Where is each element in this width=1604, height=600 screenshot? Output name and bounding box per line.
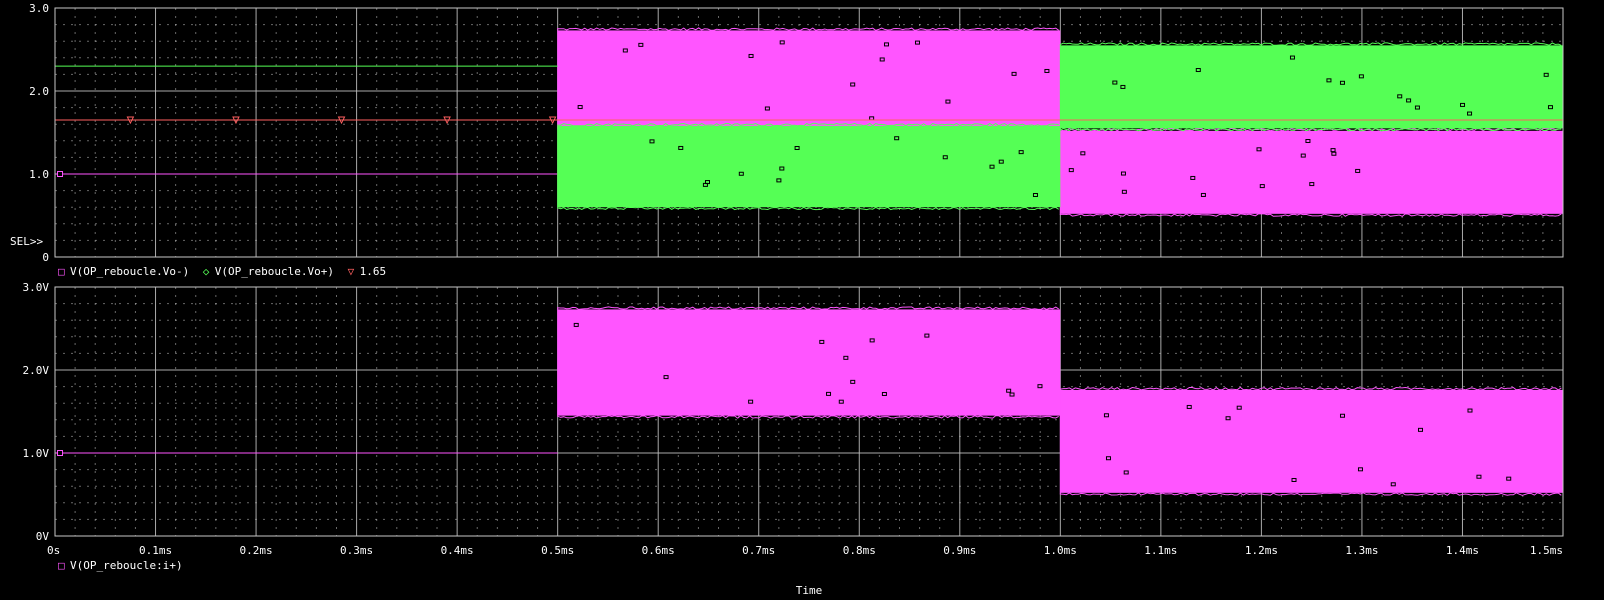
x-axis-label: Time bbox=[796, 584, 823, 597]
x-tick-label: 1.1ms bbox=[1144, 544, 1177, 557]
legend-symbol: □ bbox=[58, 265, 65, 278]
band-edge-bottom bbox=[557, 415, 1059, 419]
series-band bbox=[1060, 389, 1563, 493]
y-tick-label: 1.0V bbox=[23, 447, 50, 460]
x-tick-label: 0.1ms bbox=[139, 544, 172, 557]
legend-symbol: ◇ bbox=[203, 265, 210, 278]
plot-top: 0 1.0 2.0 3.0 SEL>> □ V(OP_reboucle.Vo-) ◇ V(OP_… bbox=[10, 2, 1564, 278]
band-edge-top bbox=[557, 306, 1059, 310]
oscilloscope-chart: 0 1.0 2.0 3.0 SEL>> □ V(OP_reboucle.Vo-) ◇ V(OP_… bbox=[10, 2, 1564, 597]
x-tick-label: 0.2ms bbox=[240, 544, 273, 557]
y-tick-label: 2.0V bbox=[23, 364, 50, 377]
legend-symbol: □ bbox=[58, 559, 65, 572]
x-tick-label: 0.4ms bbox=[441, 544, 474, 557]
legend-entry: V(OP_reboucle:i+) bbox=[70, 559, 183, 572]
series-v-op-reboucle-i- bbox=[55, 306, 1563, 496]
y-tick-label: 0V bbox=[36, 530, 50, 543]
band-edge-bottom bbox=[1059, 213, 1562, 217]
x-tick-label: 0.8ms bbox=[843, 544, 876, 557]
square-marker bbox=[57, 171, 64, 177]
y-tick-label: 3.0V bbox=[23, 281, 50, 294]
legend-symbol: ▽ bbox=[348, 265, 355, 278]
legend-entry: V(OP_reboucle.Vo-) bbox=[70, 265, 189, 278]
square-marker bbox=[57, 450, 64, 456]
x-tick-label: 0.6ms bbox=[642, 544, 675, 557]
x-tick-label: 1.2ms bbox=[1245, 544, 1278, 557]
selection-marker: SEL>> bbox=[10, 235, 43, 248]
x-tick-label: 1.5ms bbox=[1530, 544, 1563, 557]
x-tick-label: 1.3ms bbox=[1345, 544, 1378, 557]
x-tick-label: 0.3ms bbox=[340, 544, 373, 557]
x-tick-label: 0.9ms bbox=[943, 544, 976, 557]
y-tick-label: 1.0 bbox=[29, 168, 49, 181]
band-edge-bottom bbox=[1059, 492, 1562, 496]
x-tick-label: 0.7ms bbox=[742, 544, 775, 557]
legend-entry: V(OP_reboucle.Vo+) bbox=[215, 265, 334, 278]
series-band bbox=[557, 30, 1061, 129]
x-tick-label: 1.4ms bbox=[1446, 544, 1479, 557]
series-band bbox=[1060, 130, 1563, 214]
band-edge-top bbox=[1059, 386, 1562, 391]
y-tick-label: 2.0 bbox=[29, 85, 49, 98]
series-band bbox=[557, 309, 1061, 416]
series-band bbox=[1060, 45, 1563, 129]
band-edge-top bbox=[557, 27, 1059, 31]
band-edge-top bbox=[1059, 42, 1562, 46]
plot-bottom: 0V 1.0V 2.0V 3.0V □ V(OP_reboucle:i+) bbox=[23, 281, 1564, 572]
x-tick-label: 1.0ms bbox=[1044, 544, 1077, 557]
legend-entry: 1.65 bbox=[360, 265, 387, 278]
y-tick-label: 3.0 bbox=[29, 2, 49, 15]
x-tick-label: 0.5ms bbox=[541, 544, 574, 557]
x-tick-label: 0s bbox=[47, 544, 60, 557]
y-tick-label: 0 bbox=[42, 251, 49, 264]
series-band bbox=[557, 125, 1061, 208]
